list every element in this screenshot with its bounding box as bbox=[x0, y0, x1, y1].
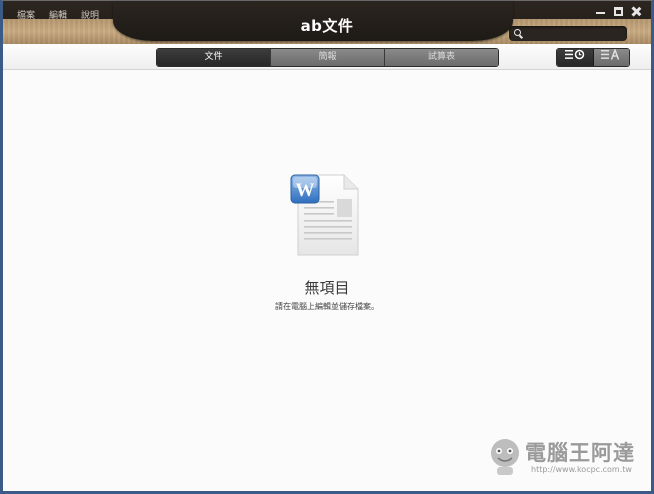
app-window: 檔案 編輯 說明 ab文件 文件 簡報 試算表 W 無項目 請在電腦上編輯並儲存… bbox=[0, 0, 654, 494]
minimize-icon[interactable] bbox=[596, 7, 605, 14]
search-box[interactable] bbox=[509, 26, 627, 41]
tab-spreadsheets[interactable]: 試算表 bbox=[384, 49, 498, 66]
word-document-icon: W bbox=[290, 174, 359, 256]
search-input[interactable] bbox=[525, 27, 623, 40]
mascot-logo bbox=[491, 439, 519, 475]
view-toggle bbox=[556, 48, 630, 67]
watermark: 電腦王阿達 http://www.kocpc.com.tw bbox=[487, 435, 637, 479]
list-alpha-icon bbox=[601, 49, 620, 60]
close-icon[interactable] bbox=[632, 7, 641, 16]
toolbar: 文件 簡報 試算表 bbox=[3, 44, 651, 70]
list-clock-icon bbox=[564, 49, 584, 60]
category-tabs: 文件 簡報 試算表 bbox=[156, 48, 499, 67]
svg-text:W: W bbox=[296, 180, 315, 201]
tab-presentations[interactable]: 簡報 bbox=[270, 49, 384, 66]
empty-state-subtitle: 請在電腦上編輯並儲存檔案。 bbox=[275, 302, 379, 311]
watermark-url: http://www.kocpc.com.tw bbox=[531, 465, 632, 474]
window-controls bbox=[596, 7, 641, 16]
watermark-text: 電腦王阿達 bbox=[525, 441, 635, 465]
maximize-icon[interactable] bbox=[614, 7, 623, 16]
search-icon bbox=[514, 29, 521, 36]
sort-by-name-button[interactable] bbox=[593, 49, 629, 66]
empty-state-title: 無項目 bbox=[304, 279, 350, 297]
tab-documents[interactable]: 文件 bbox=[157, 49, 270, 66]
title-bar: 檔案 編輯 說明 ab文件 bbox=[3, 1, 651, 44]
sort-by-date-button[interactable] bbox=[557, 49, 594, 66]
